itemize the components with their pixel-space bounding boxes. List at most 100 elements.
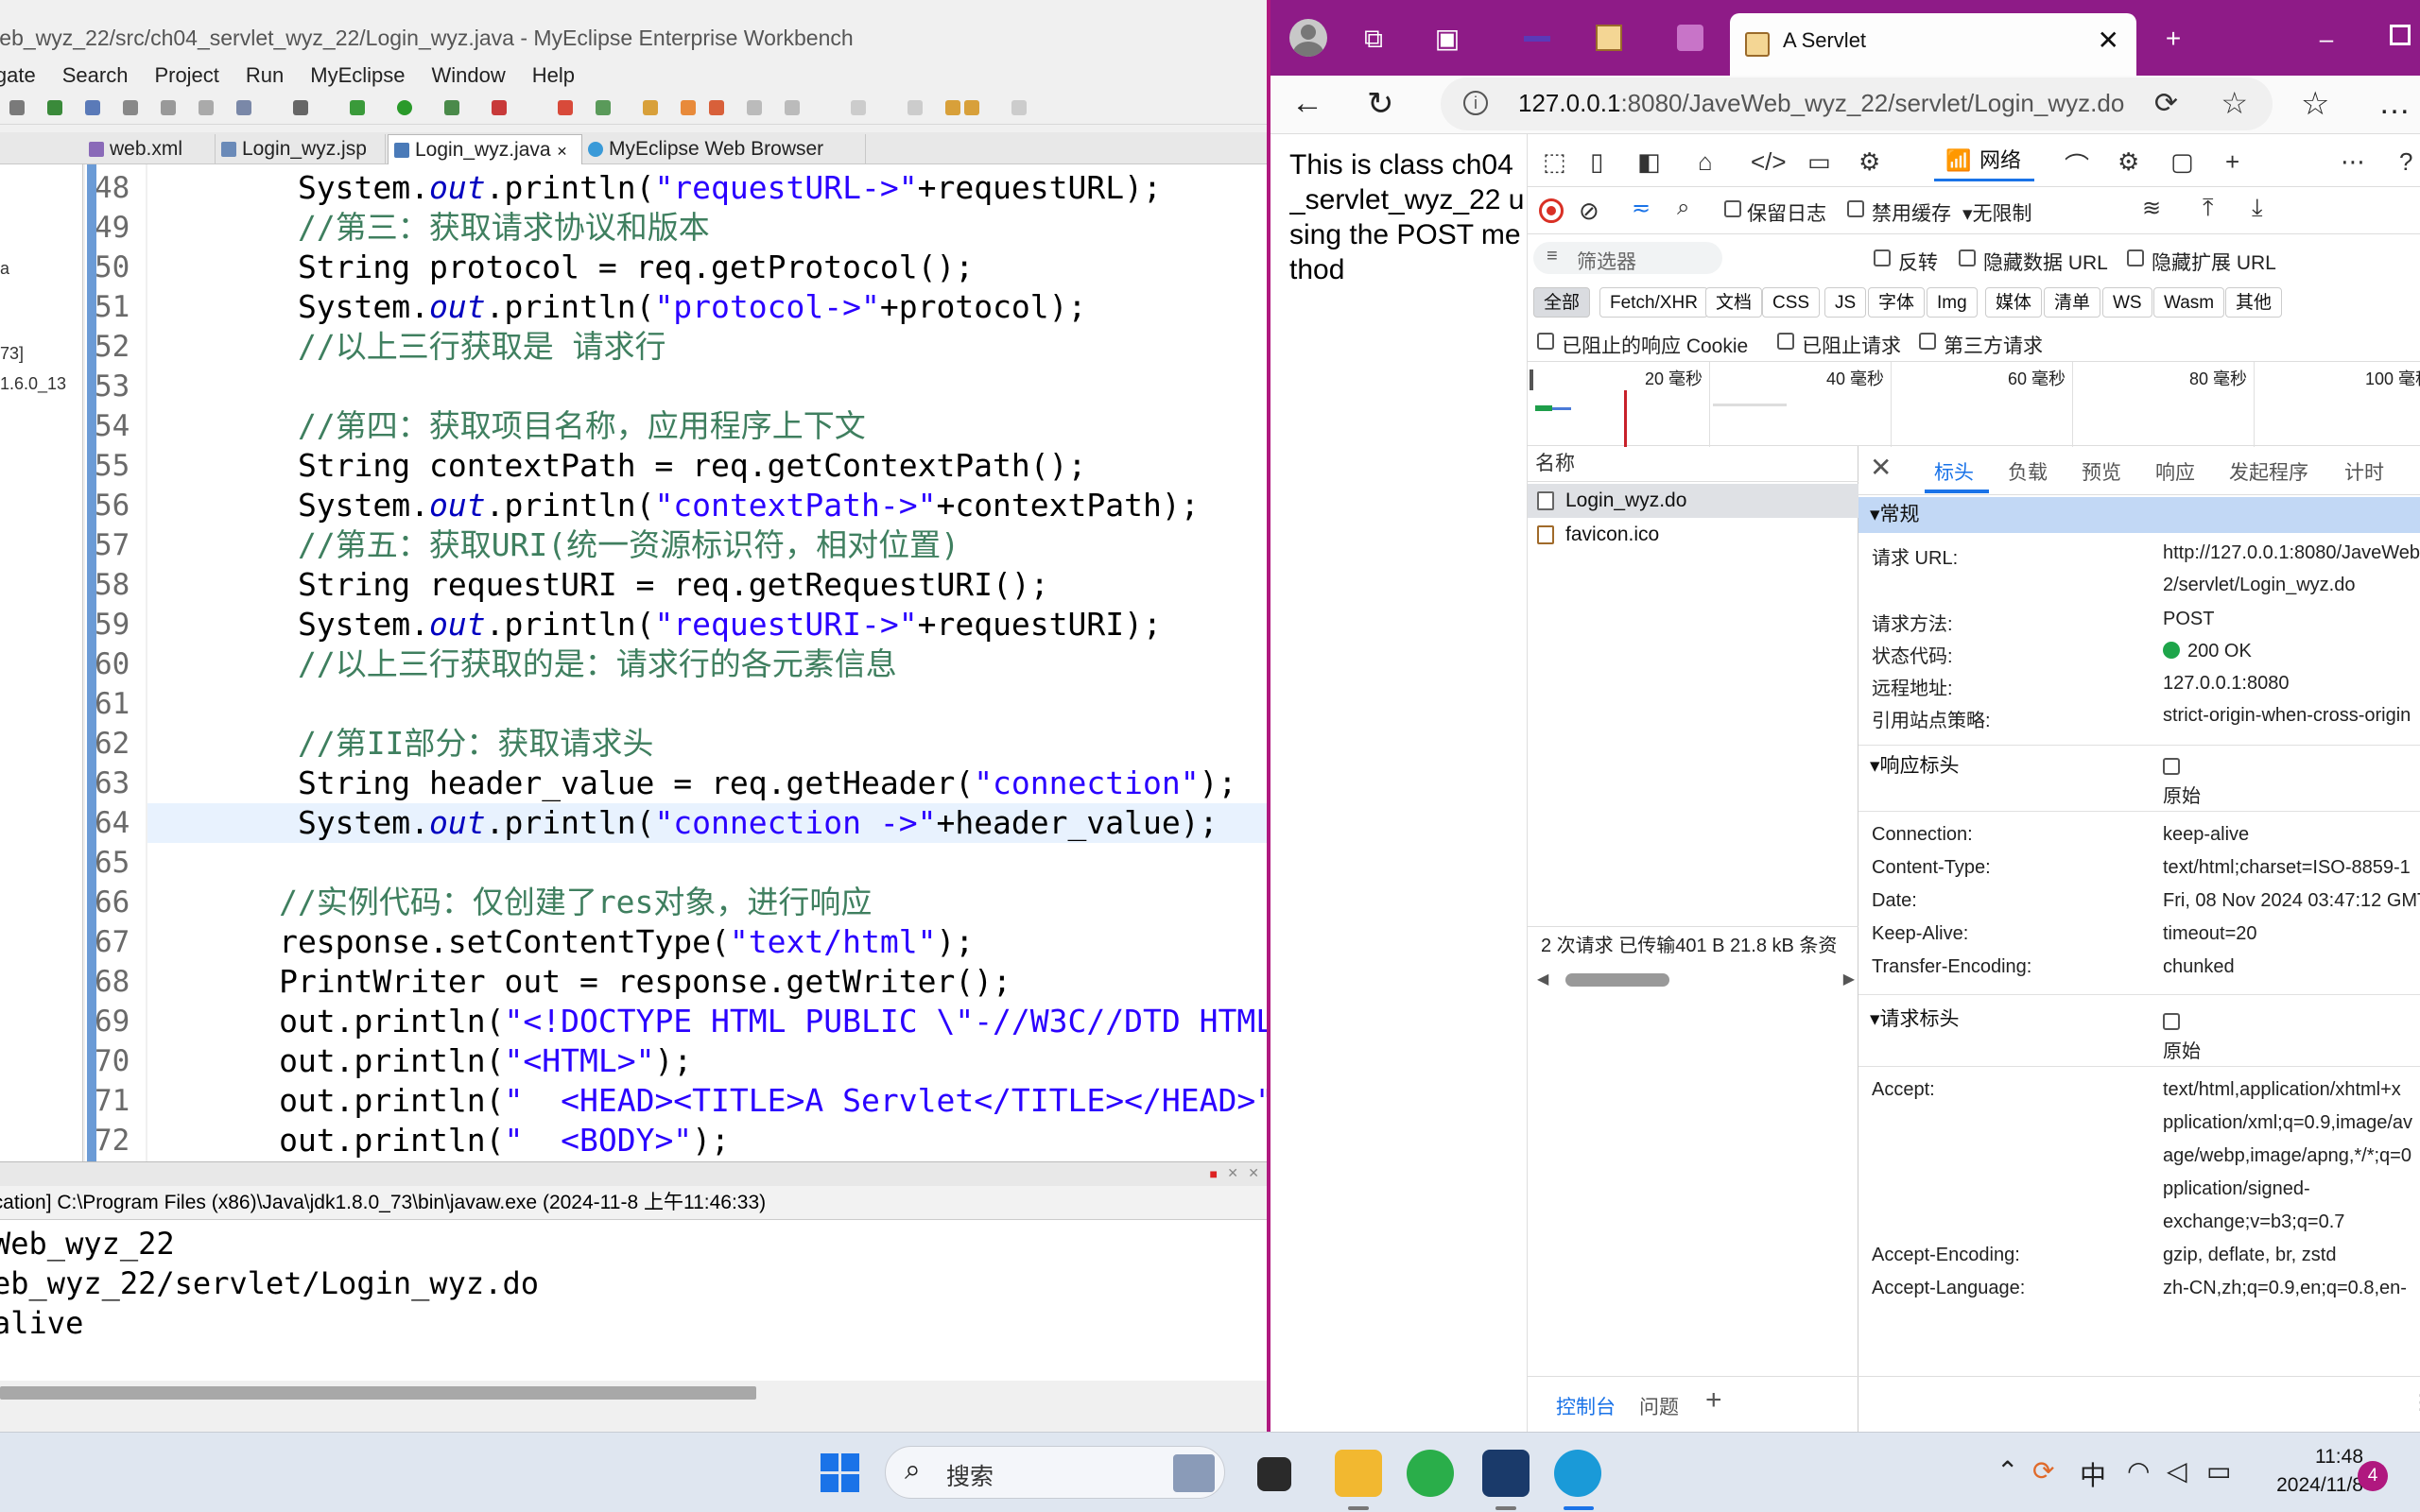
- code-line[interactable]: System.out.println("connection ->"+heade…: [147, 803, 1267, 843]
- scrollbar-thumb[interactable]: [0, 1386, 756, 1400]
- menu-myeclipse[interactable]: MyEclipse: [310, 59, 405, 93]
- export-icon[interactable]: ⤓: [2252, 193, 2263, 223]
- code-line[interactable]: System.out.println("contextPath->"+conte…: [147, 486, 1267, 525]
- toolbar-icon[interactable]: [785, 100, 800, 115]
- myeclipse-icon[interactable]: [1482, 1450, 1530, 1497]
- toolbar-icon[interactable]: [851, 100, 866, 115]
- address-bar[interactable]: i 127.0.0.1:8080/JaveWeb_wyz_22/servlet/…: [1441, 77, 2273, 130]
- help-icon[interactable]: ?: [2399, 147, 2412, 177]
- code-line[interactable]: //实例代码：仅创建了res对象，进行响应: [147, 883, 1267, 922]
- performance-icon[interactable]: ⌒: [2065, 147, 2089, 182]
- info-icon[interactable]: i: [1463, 91, 1488, 115]
- blocked-cookies-checkbox[interactable]: [1537, 333, 1554, 350]
- close-details-icon[interactable]: ✕: [1870, 452, 1892, 483]
- notification-badge[interactable]: 4: [2358, 1461, 2388, 1491]
- tab-login-java[interactable]: Login_wyz.java ✕: [388, 134, 582, 164]
- device-icon[interactable]: ▯: [1590, 147, 1603, 177]
- more-tools-icon[interactable]: +: [2225, 147, 2239, 177]
- tab-preview[interactable]: 预览: [2082, 457, 2121, 486]
- type-css[interactable]: CSS: [1762, 287, 1821, 318]
- code-line[interactable]: //第三：获取请求协议和版本: [147, 208, 1267, 248]
- minimize-icon[interactable]: –: [2310, 23, 2342, 55]
- toolbar-icon[interactable]: [161, 100, 176, 115]
- record-icon[interactable]: [1539, 198, 1564, 223]
- more-icon[interactable]: …: [2378, 85, 2411, 122]
- type-other[interactable]: 其他: [2225, 287, 2283, 318]
- remove-all-icon[interactable]: ✕: [1248, 1165, 1259, 1181]
- scroll-left-icon[interactable]: ◀: [1537, 970, 1548, 988]
- tab-headers[interactable]: 标头: [1934, 457, 1974, 486]
- read-aloud-icon[interactable]: ⟳: [2154, 87, 2178, 120]
- toolbar-icon[interactable]: [236, 100, 251, 115]
- edge-icon[interactable]: [1554, 1450, 1601, 1497]
- tab-console[interactable]: 控制台: [1556, 1392, 1616, 1420]
- elements-icon[interactable]: </>: [1751, 147, 1787, 177]
- servlet-tab-favicon[interactable]: [1596, 25, 1622, 51]
- network-timeline[interactable]: 20 毫秒 40 毫秒 60 毫秒 80 毫秒 100 毫秒: [1528, 361, 2420, 447]
- volume-icon[interactable]: ◁: [2167, 1455, 2187, 1486]
- start-button[interactable]: [821, 1453, 860, 1493]
- response-headers-section-header[interactable]: ▾响应标头: [1858, 748, 2420, 784]
- active-tab[interactable]: A Servlet ✕: [1730, 13, 2136, 76]
- search-icon[interactable]: ⌕: [1677, 195, 1689, 221]
- code-line[interactable]: //第II部分：获取请求头: [147, 724, 1267, 764]
- memory-icon[interactable]: ⚙: [2118, 147, 2139, 177]
- refresh-icon[interactable]: ↻: [1367, 85, 1394, 123]
- back-icon[interactable]: ←: [1291, 85, 1323, 122]
- menu-navigate[interactable]: igate: [0, 59, 36, 93]
- toolbar-icon[interactable]: [681, 100, 696, 115]
- console-icon[interactable]: ▭: [1807, 147, 1831, 177]
- more-icon[interactable]: ⋯: [2341, 147, 2365, 177]
- tab-login-jsp[interactable]: Login_wyz.jsp: [216, 134, 386, 164]
- invert-checkbox[interactable]: [1874, 249, 1891, 266]
- toolbar-icon[interactable]: [596, 100, 611, 115]
- ime-indicator[interactable]: 中: [2080, 1455, 2106, 1493]
- toolbar-icon[interactable]: [85, 100, 100, 115]
- request-headers-section-header[interactable]: ▾请求标头: [1858, 1002, 2420, 1038]
- menu-project[interactable]: Project: [154, 59, 218, 93]
- tab-network[interactable]: 📶 网络: [1934, 140, 2035, 181]
- toolbar-icon[interactable]: [293, 100, 308, 115]
- run-icon[interactable]: [397, 100, 412, 115]
- scrollbar-thumb[interactable]: [1565, 973, 1669, 987]
- inspect-icon[interactable]: ⬚: [1543, 147, 1566, 177]
- workspaces-icon[interactable]: ⧉: [1357, 23, 1390, 55]
- wechat-icon[interactable]: [1407, 1450, 1454, 1497]
- menu-help[interactable]: Help: [532, 59, 575, 93]
- console-output[interactable]: Web_wyz_22 eb_wyz_22/servlet/Login_wyz.d…: [0, 1220, 1267, 1381]
- favorite-star-icon[interactable]: ☆: [2221, 85, 2248, 121]
- favorites-icon[interactable]: ☆: [2301, 85, 2329, 123]
- taskbar-search[interactable]: ⌕ 搜索: [885, 1446, 1225, 1499]
- code-line[interactable]: //以上三行获取的是：请求行的各元素信息: [147, 644, 1267, 684]
- toolbar-icon[interactable]: [123, 100, 138, 115]
- blocked-requests-checkbox[interactable]: [1777, 333, 1794, 350]
- toolbar-icon[interactable]: [199, 100, 214, 115]
- type-img[interactable]: Img: [1927, 287, 1978, 318]
- code-line[interactable]: out.println("<!DOCTYPE HTML PUBLIC \"-//…: [147, 1002, 1267, 1041]
- type-font[interactable]: 字体: [1868, 287, 1926, 318]
- tab-actions-icon[interactable]: ▣: [1431, 23, 1463, 55]
- chevron-up-icon[interactable]: ⌃: [1996, 1455, 2018, 1486]
- clock-date[interactable]: 2024/11/8: [2212, 1474, 2363, 1497]
- code-line[interactable]: PrintWriter out = response.getWriter();: [147, 962, 1267, 1002]
- tab-response[interactable]: 响应: [2155, 457, 2195, 486]
- toolbar-icon[interactable]: [558, 100, 573, 115]
- code-editor[interactable]: System.out.println("requestURL->"+reques…: [147, 164, 1267, 1161]
- type-ws[interactable]: WS: [2102, 287, 2152, 318]
- raw-checkbox[interactable]: [2163, 758, 2180, 775]
- code-line[interactable]: response.setContentType("text/html");: [147, 922, 1267, 962]
- bug-icon[interactable]: [350, 100, 365, 115]
- tab-issues[interactable]: 问题: [1639, 1392, 1679, 1420]
- profile-avatar[interactable]: [1289, 19, 1327, 57]
- close-icon[interactable]: ✕: [557, 144, 568, 159]
- tab-favicon[interactable]: [1677, 25, 1703, 51]
- code-line[interactable]: String protocol = req.getProtocol();: [147, 248, 1267, 287]
- toolbar-icon[interactable]: [908, 100, 923, 115]
- tab-icon[interactable]: [1524, 36, 1550, 42]
- sources-icon[interactable]: ⚙: [1858, 147, 1880, 177]
- code-line[interactable]: String header_value = req.getHeader("con…: [147, 764, 1267, 803]
- remove-icon[interactable]: ✕: [1227, 1165, 1238, 1181]
- tab-web-browser[interactable]: MyEclipse Web Browser: [582, 134, 866, 164]
- code-line[interactable]: //以上三行获取是 请求行: [147, 327, 1267, 367]
- scroll-right-icon[interactable]: ▶: [1843, 970, 1855, 988]
